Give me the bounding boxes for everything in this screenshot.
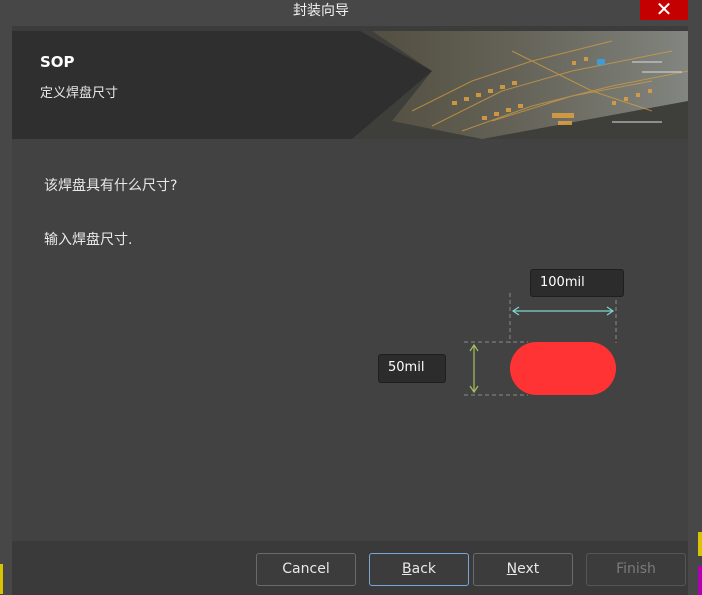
height-dimension-arrow [469, 343, 479, 394]
close-button[interactable]: ✕ [640, 0, 688, 20]
cancel-button[interactable]: Cancel [256, 553, 356, 586]
window-title: 封装向导 [293, 3, 349, 19]
pad-shape [510, 342, 616, 395]
pad-width-field[interactable]: 100mil [530, 269, 624, 297]
edge-stripe [698, 532, 702, 556]
title-bar: 封装向导 ✕ [0, 0, 702, 26]
next-label-rest: ext [517, 561, 540, 577]
left-window-edge [0, 26, 12, 595]
back-mnemonic: B [402, 561, 412, 577]
banner-subtitle: 定义焊盘尺寸 [40, 86, 119, 101]
next-button[interactable]: Next [473, 553, 573, 586]
back-button[interactable]: Back [369, 553, 469, 586]
wizard-banner: SOP 定义焊盘尺寸 [12, 31, 688, 139]
wizard-footer: Cancel Back Next Finish [12, 541, 688, 595]
finish-button[interactable]: Finish [586, 553, 686, 586]
width-dimension-arrow [511, 306, 615, 316]
wizard-content: 该焊盘具有什么尺寸? 输入焊盘尺寸. 100mil 50mil [12, 139, 688, 541]
pad-dimension-diagram [464, 293, 617, 396]
back-label-rest: ack [411, 561, 436, 577]
next-mnemonic: N [506, 561, 518, 577]
edge-stripe [698, 566, 702, 595]
close-icon: ✕ [655, 0, 673, 21]
banner-title: SOP [40, 53, 75, 71]
right-window-edge [688, 0, 702, 595]
pad-height-field[interactable]: 50mil [378, 354, 446, 383]
edge-stripe [0, 564, 3, 594]
